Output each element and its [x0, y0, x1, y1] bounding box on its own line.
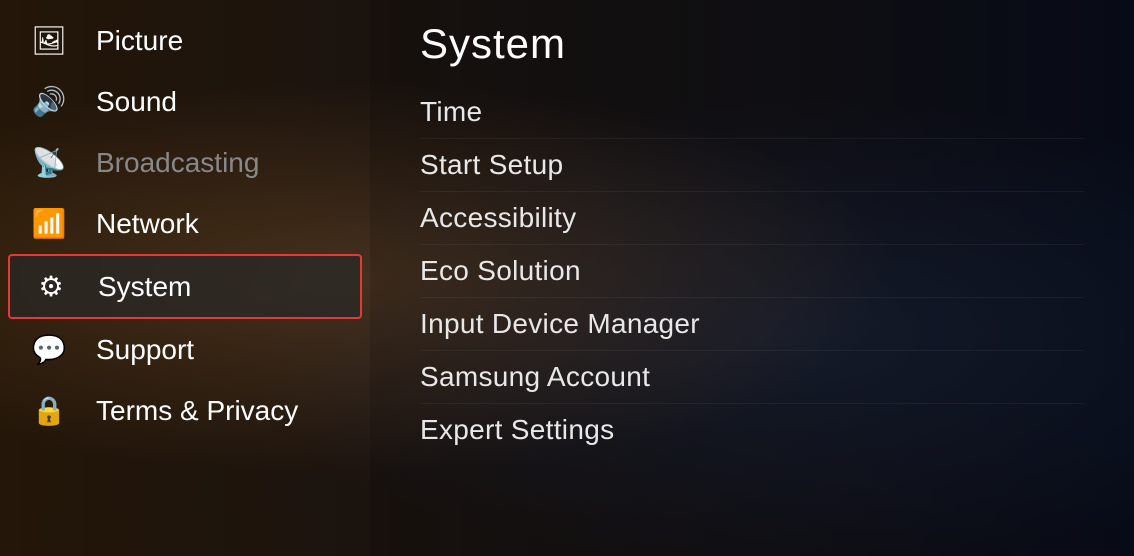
- sidebar-item-terms[interactable]: 🔒 Terms & Privacy: [0, 380, 370, 441]
- sidebar-item-system[interactable]: ⚙ System: [8, 254, 362, 319]
- sidebar: 🖼 Picture 🔊 Sound 📡 Broadcasting 📶 Netwo…: [0, 0, 370, 556]
- main-layout: 🖼 Picture 🔊 Sound 📡 Broadcasting 📶 Netwo…: [0, 0, 1134, 556]
- terms-icon: 🔒: [30, 394, 68, 427]
- sidebar-label-picture: Picture: [96, 25, 183, 57]
- picture-icon: 🖼: [30, 24, 68, 57]
- panel-title: System: [420, 20, 1084, 68]
- sidebar-label-sound: Sound: [96, 86, 177, 118]
- sidebar-label-broadcasting: Broadcasting: [96, 147, 259, 179]
- sidebar-label-system: System: [98, 271, 191, 303]
- menu-item-start-setup[interactable]: Start Setup: [420, 139, 1084, 192]
- network-icon: 📶: [30, 207, 68, 240]
- menu-item-accessibility[interactable]: Accessibility: [420, 192, 1084, 245]
- broadcasting-icon: 📡: [30, 146, 68, 179]
- sidebar-label-support: Support: [96, 334, 194, 366]
- sidebar-item-sound[interactable]: 🔊 Sound: [0, 71, 370, 132]
- sidebar-item-support[interactable]: 💬 Support: [0, 319, 370, 380]
- menu-item-samsung-account[interactable]: Samsung Account: [420, 351, 1084, 404]
- menu-item-time[interactable]: Time: [420, 86, 1084, 139]
- sidebar-item-network[interactable]: 📶 Network: [0, 193, 370, 254]
- sidebar-item-picture[interactable]: 🖼 Picture: [0, 10, 370, 71]
- menu-item-expert-settings[interactable]: Expert Settings: [420, 404, 1084, 456]
- content-panel: System Time Start Setup Accessibility Ec…: [370, 0, 1134, 556]
- menu-item-eco-solution[interactable]: Eco Solution: [420, 245, 1084, 298]
- sidebar-item-broadcasting[interactable]: 📡 Broadcasting: [0, 132, 370, 193]
- sidebar-label-network: Network: [96, 208, 199, 240]
- menu-item-input-device-manager[interactable]: Input Device Manager: [420, 298, 1084, 351]
- support-icon: 💬: [30, 333, 68, 366]
- sidebar-label-terms: Terms & Privacy: [96, 395, 298, 427]
- system-icon: ⚙: [32, 270, 70, 303]
- sound-icon: 🔊: [30, 85, 68, 118]
